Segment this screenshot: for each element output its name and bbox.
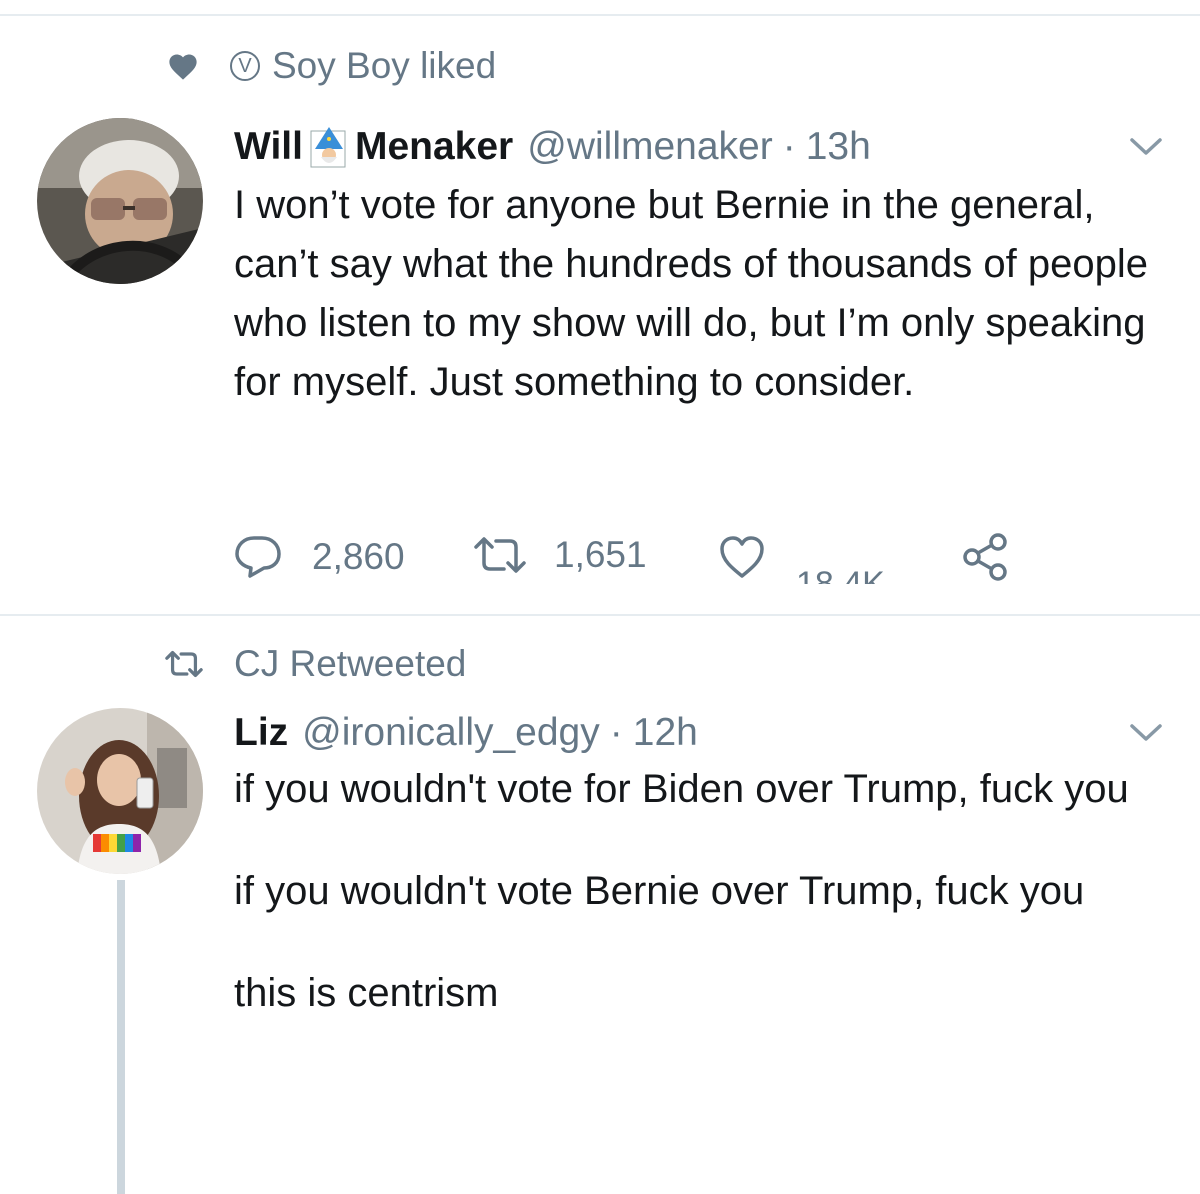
retweet-icon bbox=[474, 537, 526, 573]
reply-count: 2,860 bbox=[312, 536, 405, 577]
top-divider bbox=[0, 14, 1200, 16]
tweet-text-line-2: if you wouldn't vote Bernie over Trump, … bbox=[234, 869, 1085, 913]
chevron-down-icon[interactable] bbox=[1128, 720, 1164, 744]
heart-icon bbox=[169, 54, 197, 80]
reply-action[interactable]: 2,860 bbox=[234, 534, 405, 580]
retweet-count: 1,651 bbox=[554, 534, 647, 575]
social-context-retweeted: CJ Retweeted bbox=[164, 642, 466, 686]
avatar-willmenaker[interactable] bbox=[37, 118, 203, 284]
thread-line bbox=[117, 880, 125, 1194]
timestamp[interactable]: 12h bbox=[633, 711, 698, 755]
like-action[interactable]: 18.4K bbox=[718, 534, 885, 584]
handle[interactable]: @willmenaker bbox=[527, 125, 772, 169]
timestamp[interactable]: 13h bbox=[806, 125, 871, 169]
tweet-text: I won’t vote for anyone but Bernie in th… bbox=[234, 183, 1148, 404]
avatar-ironically-edgy[interactable] bbox=[37, 708, 203, 874]
reply-icon bbox=[235, 536, 281, 578]
retweet-icon bbox=[165, 650, 203, 678]
social-context-label[interactable]: CJ Retweeted bbox=[234, 643, 466, 685]
social-context-label[interactable]: Soy Boy liked bbox=[272, 45, 496, 87]
display-name-part2[interactable]: Menaker bbox=[355, 125, 513, 169]
retweet-action[interactable]: 1,651 bbox=[472, 534, 647, 576]
tweet-text-line-3: this is centrism bbox=[234, 971, 499, 1015]
tweet-text: if you wouldn't vote for Biden over Trum… bbox=[234, 760, 1134, 1023]
verified-badge-icon: V bbox=[230, 51, 260, 81]
share-action[interactable] bbox=[960, 532, 1010, 582]
share-icon bbox=[963, 533, 1007, 581]
wizard-emoji-icon bbox=[310, 127, 346, 168]
display-name-part1[interactable]: Will bbox=[234, 125, 303, 169]
heart-outline-icon bbox=[720, 536, 764, 578]
handle[interactable]: @ironically_edgy bbox=[302, 711, 600, 755]
tweet-divider bbox=[0, 614, 1200, 616]
tweet-text-line-1: if you wouldn't vote for Biden over Trum… bbox=[234, 767, 1129, 811]
separator-dot: · bbox=[782, 125, 796, 168]
tweet-header: Liz @ironically_edgy · 12h bbox=[234, 708, 698, 758]
social-context-liked: V Soy Boy liked bbox=[166, 44, 496, 88]
display-name[interactable]: Liz bbox=[234, 711, 288, 755]
like-count: 18.4K bbox=[796, 566, 885, 584]
chevron-down-icon[interactable] bbox=[1128, 134, 1164, 158]
tweet-header: Will Menaker @willmenaker · 13h bbox=[234, 122, 871, 172]
separator-dot: · bbox=[609, 711, 623, 754]
tweet-actions: 2,860 1,651 18.4K bbox=[234, 528, 1054, 588]
